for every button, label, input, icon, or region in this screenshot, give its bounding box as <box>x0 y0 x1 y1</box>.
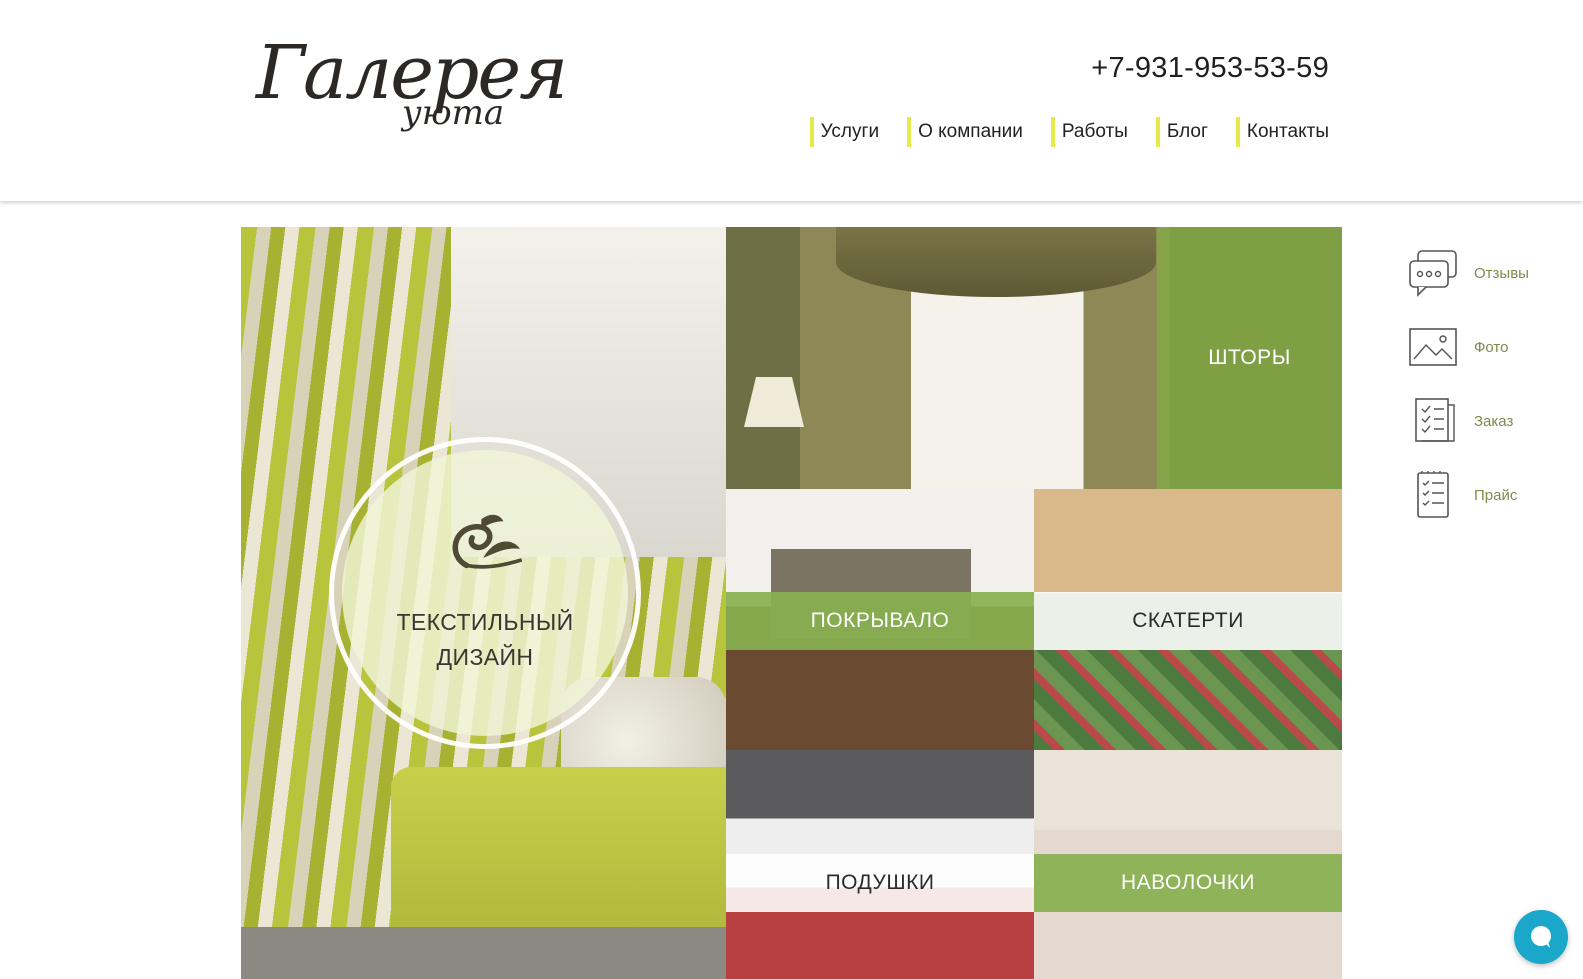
quick-link-price[interactable]: Прайс <box>1408 458 1529 532</box>
pillowcases-label: НАВОЛОЧКИ <box>1120 871 1256 894</box>
textile-design-line2: ДИЗАЙН <box>436 644 534 670</box>
quick-link-reviews[interactable]: Отзывы <box>1408 236 1529 310</box>
bedspread-label: ПОКРЫВАЛО <box>810 609 950 632</box>
phone-number[interactable]: +7-931-953-53-59 <box>1091 52 1329 85</box>
textile-design-line1: ТЕКСТИЛЬНЫЙ <box>396 609 574 635</box>
decor-tablecloth <box>1034 649 1342 750</box>
site-header: Галерея уюта +7-931-953-53-59 Услуги О к… <box>0 0 1583 201</box>
pillows-label: ПОДУШКИ <box>825 871 935 894</box>
main-nav: Услуги О компании Работы Блог Контакты <box>809 117 1329 147</box>
curtains-label: ШТОРЫ <box>1208 346 1291 369</box>
logo-sub-text: уюта <box>402 93 505 133</box>
nav-item-services[interactable]: Услуги <box>809 117 879 147</box>
badge-inner: ТЕКСТИЛЬНЫЙ ДИЗАЙН <box>342 450 628 736</box>
leaf-ornament-icon <box>452 514 523 569</box>
tile-pillowcases[interactable]: НАВОЛОЧКИ <box>1034 750 1342 979</box>
quick-link-order[interactable]: Заказ <box>1408 384 1529 458</box>
decor-floor <box>241 927 726 979</box>
tile-curtains[interactable]: ШТОРЫ <box>726 227 1342 489</box>
site-logo[interactable]: Галерея уюта <box>256 36 568 148</box>
quick-links: Отзывы Фото Заказ Прайс <box>1408 236 1529 532</box>
tablecloths-label: СКАТЕРТИ <box>1132 609 1244 632</box>
photo-label: Фото <box>1474 338 1509 356</box>
decor-lamp <box>744 377 804 427</box>
nav-item-blog[interactable]: Блог <box>1155 117 1208 147</box>
chat-button[interactable] <box>1514 910 1568 964</box>
order-list-icon <box>1415 398 1455 442</box>
price-label: Прайс <box>1474 486 1518 504</box>
quick-link-photo[interactable]: Фото <box>1408 310 1529 384</box>
decor-valance <box>836 227 1156 297</box>
tile-tablecloths[interactable]: СКАТЕРТИ <box>1034 489 1342 750</box>
image-icon <box>1409 328 1457 366</box>
price-list-icon <box>1417 471 1449 518</box>
bedspread-band: ПОКРЫВАЛО <box>726 592 1034 650</box>
nav-item-contacts[interactable]: Контакты <box>1235 117 1329 147</box>
order-label: Заказ <box>1474 412 1514 430</box>
tablecloths-band: СКАТЕРТИ <box>1034 592 1342 650</box>
nav-item-works[interactable]: Работы <box>1050 117 1128 147</box>
chat-bubble-icon <box>1409 250 1457 297</box>
tile-textile-design[interactable]: ТЕКСТИЛЬНЫЙ ДИЗАЙН <box>241 227 726 979</box>
curtains-overlay: ШТОРЫ <box>1157 227 1342 489</box>
chat-icon <box>1531 926 1551 948</box>
textile-design-label: ТЕКСТИЛЬНЫЙ ДИЗАЙН <box>396 605 573 675</box>
pillows-band: ПОДУШКИ <box>726 854 1034 912</box>
reviews-label: Отзывы <box>1474 264 1529 282</box>
tile-pillows[interactable]: ПОДУШКИ <box>726 750 1034 979</box>
tile-bedspread[interactable]: ПОКРЫВАЛО <box>726 489 1034 750</box>
nav-item-about[interactable]: О компании <box>907 117 1023 147</box>
pillowcases-band: НАВОЛОЧКИ <box>1034 854 1342 912</box>
textile-design-badge[interactable]: ТЕКСТИЛЬНЫЙ ДИЗАЙН <box>329 437 641 749</box>
